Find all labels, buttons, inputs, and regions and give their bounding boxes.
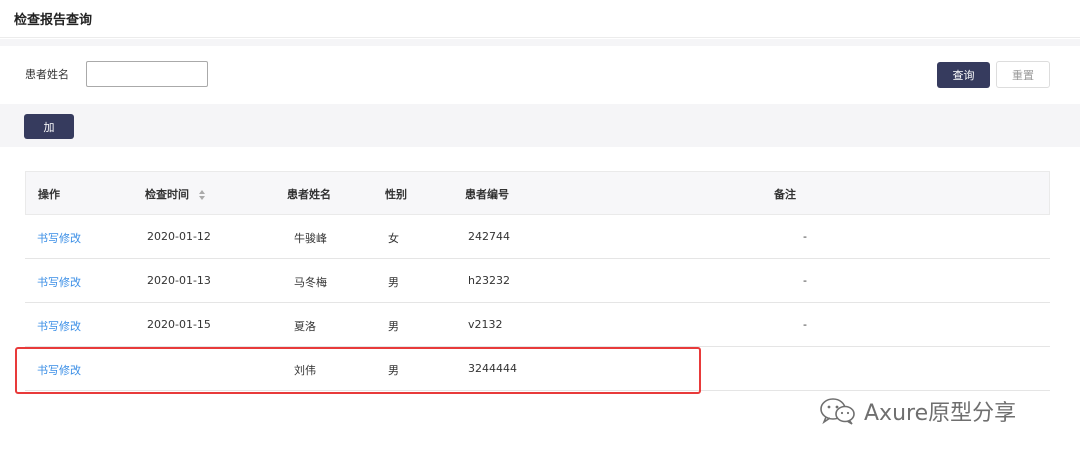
edit-link[interactable]: 书写修改 (37, 318, 81, 334)
cell-note: - (803, 318, 807, 331)
action-bar: 加 (0, 104, 1080, 147)
reset-button[interactable]: 重置 (996, 61, 1050, 88)
add-button[interactable]: 加 (24, 114, 74, 139)
header-check-time[interactable]: 检查时间 (145, 186, 205, 202)
header-gender: 性别 (385, 188, 407, 201)
query-button[interactable]: 查询 (937, 62, 990, 88)
cell-patient-id: 3244444 (468, 362, 517, 375)
report-table: 操作 检查时间 患者姓名 性别 患者编号 备注 书写修改 2020-01-12 … (25, 171, 1050, 391)
cell-patient-name: 马冬梅 (294, 276, 327, 289)
title-bar: 检查报告查询 (0, 0, 1080, 38)
cell-patient-id: v2132 (468, 318, 503, 331)
patient-name-input[interactable] (86, 61, 208, 87)
cell-patient-name: 牛骏峰 (294, 232, 327, 245)
edit-link[interactable]: 书写修改 (37, 230, 81, 246)
cell-patient-id: 242744 (468, 230, 510, 243)
search-panel: 患者姓名 查询 重置 (0, 46, 1080, 104)
header-operation: 操作 (38, 188, 60, 201)
wechat-icon (820, 398, 855, 425)
edit-link[interactable]: 书写修改 (37, 274, 81, 290)
table-header: 操作 检查时间 患者姓名 性别 患者编号 备注 (25, 171, 1050, 215)
header-patient-id: 患者编号 (465, 188, 509, 201)
cell-gender: 男 (388, 364, 399, 377)
cell-note: - (803, 274, 807, 287)
header-note: 备注 (774, 188, 796, 201)
cell-patient-name: 夏洛 (294, 320, 316, 333)
cell-gender: 男 (388, 276, 399, 289)
table-row: 书写修改 2020-01-13 马冬梅 男 h23232 - (25, 259, 1050, 303)
header-check-time-label: 检查时间 (145, 188, 189, 201)
patient-name-label: 患者姓名 (25, 68, 69, 81)
edit-link[interactable]: 书写修改 (37, 362, 81, 378)
page: 检查报告查询 患者姓名 查询 重置 加 操作 检查时间 患者姓名 性别 患者编号… (0, 0, 1080, 458)
table-row: 书写修改 2020-01-12 牛骏峰 女 242744 - (25, 215, 1050, 259)
sort-icon[interactable] (199, 190, 205, 200)
table-row: 书写修改 刘伟 男 3244444 (25, 347, 1050, 391)
page-title: 检查报告查询 (14, 13, 93, 28)
cell-check-time: 2020-01-13 (147, 274, 211, 287)
cell-patient-id: h23232 (468, 274, 510, 287)
watermark-text: Axure原型分享 (864, 401, 1017, 426)
cell-gender: 女 (388, 232, 399, 245)
watermark: Axure原型分享 (818, 396, 1016, 426)
cell-check-time: 2020-01-12 (147, 230, 211, 243)
cell-gender: 男 (388, 320, 399, 333)
cell-check-time: 2020-01-15 (147, 318, 211, 331)
header-patient-name: 患者姓名 (287, 188, 331, 201)
cell-note: - (803, 230, 807, 243)
cell-patient-name: 刘伟 (294, 364, 316, 377)
divider-band (0, 39, 1080, 46)
table-row: 书写修改 2020-01-15 夏洛 男 v2132 - (25, 303, 1050, 347)
